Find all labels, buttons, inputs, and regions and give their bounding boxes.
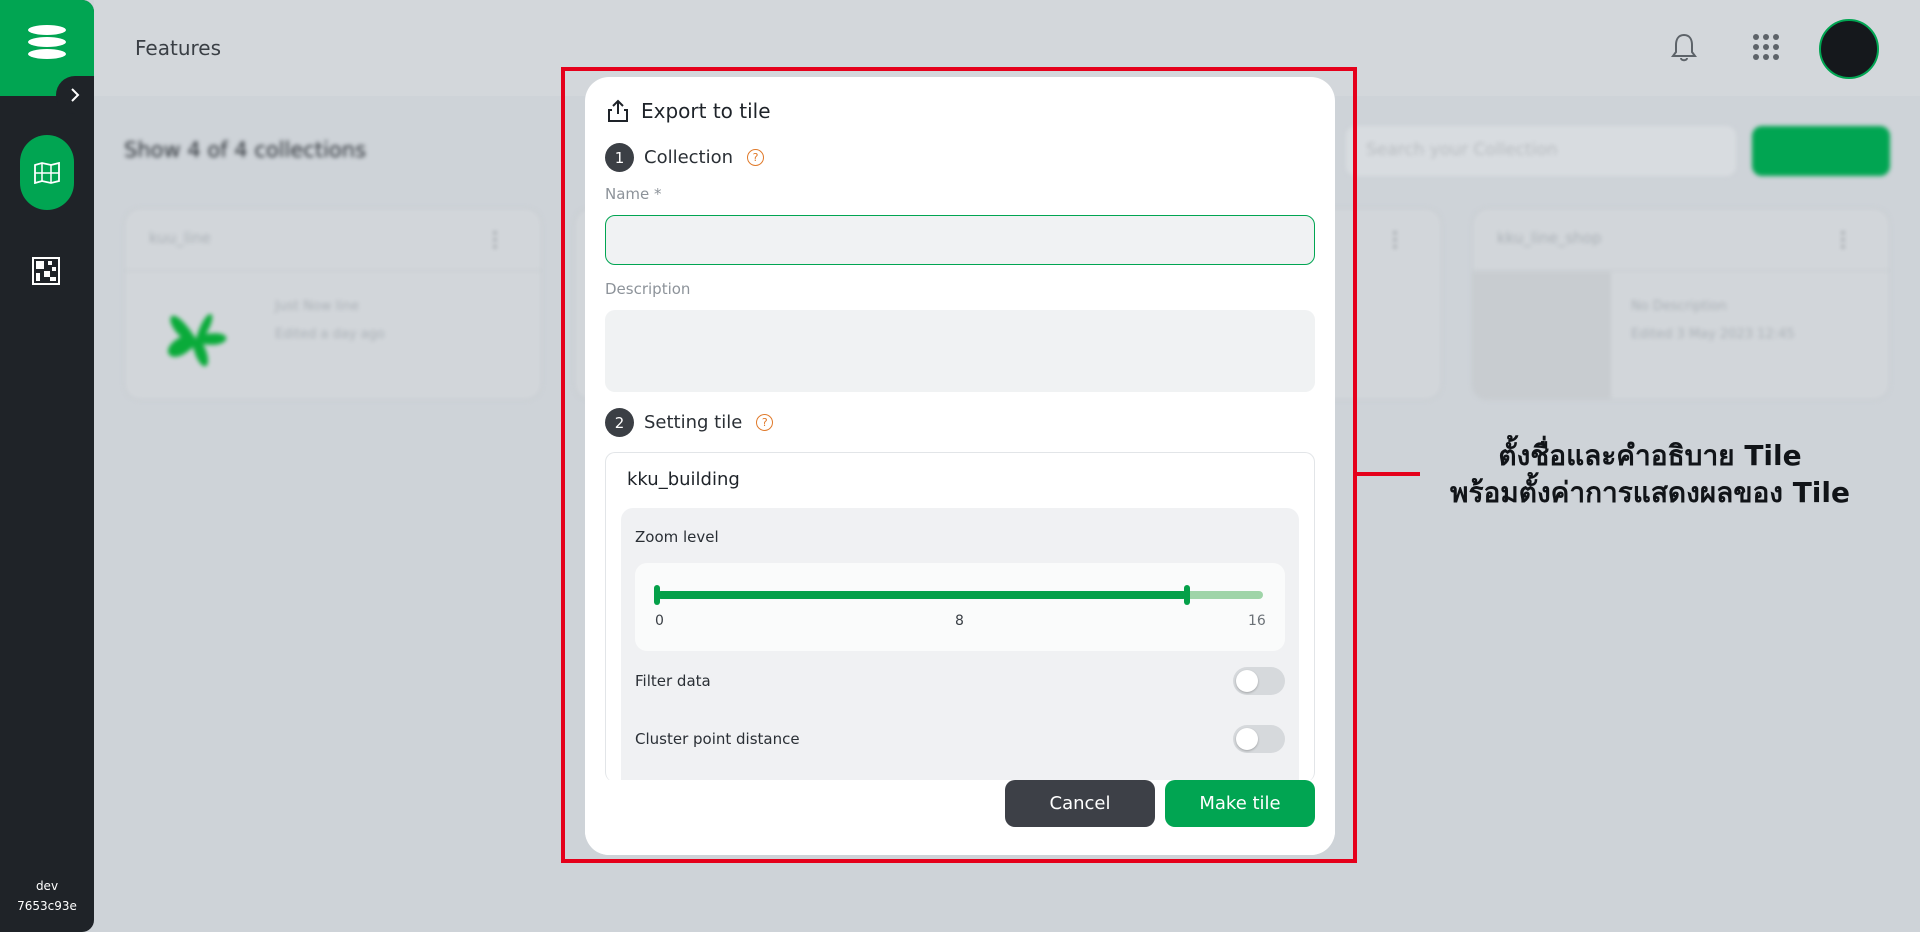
- logo-icon: [28, 25, 66, 59]
- card-edited: Edited 3 May 2023 12:45: [1631, 327, 1795, 342]
- sidebar-item-tiles[interactable]: [29, 254, 63, 288]
- sidebar-item-map[interactable]: [20, 135, 74, 210]
- apps-menu-button[interactable]: [1752, 33, 1780, 65]
- tile-grid-icon: [32, 257, 60, 285]
- more-icon[interactable]: ⋮: [1385, 227, 1405, 251]
- callout-line-1: ตั้งชื่อและคำอธิบาย Tile: [1498, 439, 1802, 472]
- card-title: kku_line_shop: [1473, 209, 1889, 271]
- page-title: Features: [135, 36, 221, 60]
- card-meta: Just Now line Edited a day ago: [275, 293, 385, 349]
- chevron-right-icon: [71, 88, 80, 102]
- version-info: dev 7653c93e: [0, 876, 94, 916]
- card-map-thumbnail: [1473, 272, 1611, 400]
- more-icon[interactable]: ⋮: [485, 227, 505, 251]
- user-avatar[interactable]: [1819, 19, 1879, 79]
- card-title: kuu_line: [125, 209, 541, 271]
- collection-count: Show 4 of 4 collections: [124, 138, 367, 162]
- callout-line: [1357, 472, 1420, 476]
- more-icon[interactable]: ⋮: [1833, 227, 1853, 251]
- expand-sidebar-button[interactable]: [56, 76, 94, 114]
- bell-icon: [1671, 33, 1697, 62]
- highlight-frame: [561, 67, 1357, 863]
- collection-preview-icon: [168, 314, 227, 367]
- build-hash: 7653c93e: [17, 899, 77, 913]
- create-collection-button[interactable]: [1752, 126, 1890, 176]
- apps-grid-icon: [1753, 34, 1779, 60]
- sidebar: dev 7653c93e: [0, 0, 94, 932]
- callout-line-2: พร้อมตั้งค่าการแสดงผลของ Tile: [1449, 476, 1850, 509]
- notification-button[interactable]: [1671, 32, 1697, 66]
- collection-card[interactable]: kuu_line ⋮ Just Now line Edited a day ag…: [124, 208, 542, 400]
- collection-card[interactable]: kku_line_shop ⋮ No Description Edited 3 …: [1472, 208, 1890, 400]
- map-icon: [34, 161, 60, 184]
- card-description: No Description: [1631, 299, 1727, 314]
- callout-note: ตั้งชื่อและคำอธิบาย Tile พร้อมตั้งค่าการ…: [1430, 437, 1870, 511]
- env-label: dev: [35, 879, 59, 893]
- card-description: Just Now line: [275, 299, 359, 314]
- card-edited: Edited a day ago: [275, 327, 385, 342]
- card-meta: No Description Edited 3 May 2023 12:45: [1631, 293, 1795, 349]
- search-input[interactable]: Search your Collection: [1346, 126, 1736, 176]
